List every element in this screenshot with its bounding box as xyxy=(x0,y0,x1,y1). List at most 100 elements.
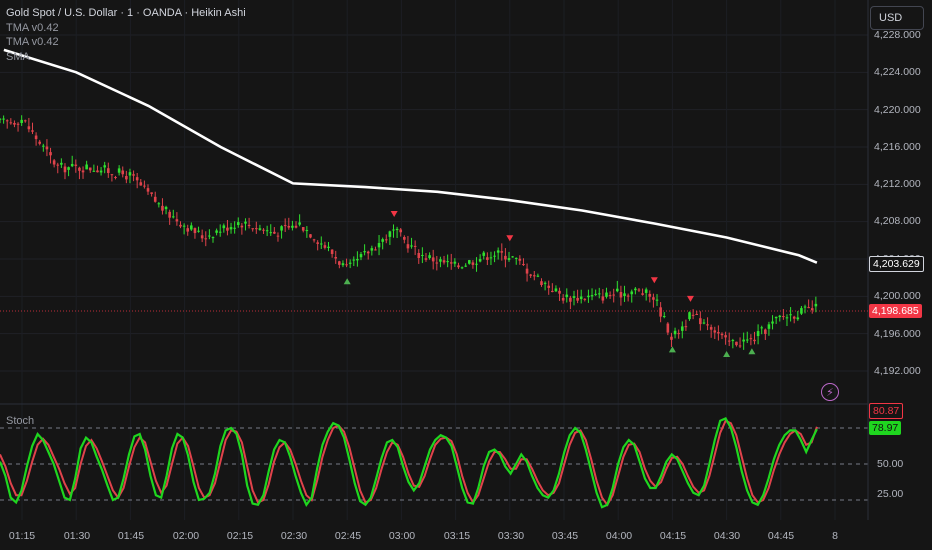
candle-body xyxy=(626,295,630,297)
sma-line[interactable] xyxy=(3,48,818,264)
candle-body xyxy=(760,327,764,329)
candle-body xyxy=(558,290,561,294)
candle-body xyxy=(587,295,590,298)
candle-body xyxy=(81,170,85,173)
candle-body xyxy=(20,119,23,123)
time-tick: 8 xyxy=(832,530,838,542)
time-tick: 02:45 xyxy=(334,530,362,542)
candle-body xyxy=(417,252,421,258)
candle-body xyxy=(468,260,471,264)
currency-button[interactable]: USD xyxy=(870,6,924,30)
indicator-tma-1[interactable]: TMA v0.42 xyxy=(6,21,246,36)
candle-body xyxy=(179,224,182,227)
candle-body xyxy=(507,258,511,260)
candle-body xyxy=(720,333,724,336)
signal-markers xyxy=(343,211,756,357)
candle-body xyxy=(27,126,31,130)
candle-body xyxy=(670,336,673,340)
time-tick: 02:30 xyxy=(280,530,308,542)
candle-body xyxy=(504,255,507,260)
chart-canvas[interactable] xyxy=(0,0,932,550)
candle-body xyxy=(576,297,579,301)
stoch-tick: 50.00 xyxy=(877,458,904,470)
candle-body xyxy=(565,294,569,298)
time-tick: 02:00 xyxy=(172,530,200,542)
price-tick: 4,216.000 xyxy=(874,141,921,153)
indicator-tma-2[interactable]: TMA v0.42 xyxy=(6,35,246,50)
stoch-k-line[interactable] xyxy=(0,416,818,509)
candle-body xyxy=(309,234,312,238)
candle-body xyxy=(117,168,121,173)
candle-body xyxy=(13,122,16,125)
candle-body xyxy=(439,259,442,262)
stoch-d-badge: 80.87 xyxy=(869,403,904,419)
candle-body xyxy=(67,167,70,170)
candle-body xyxy=(366,251,370,254)
chart-legend: Gold Spot / U.S. Dollar · 1 · OANDA · He… xyxy=(6,6,246,64)
candle-body xyxy=(431,257,435,262)
indicator-sma[interactable]: SMA xyxy=(6,50,246,65)
symbol-title[interactable]: Gold Spot / U.S. Dollar · 1 · OANDA · He… xyxy=(6,6,246,21)
candle-body xyxy=(258,228,262,230)
candle-body xyxy=(583,298,587,300)
candle-body xyxy=(161,205,164,211)
candle-body xyxy=(424,258,428,260)
candle-body xyxy=(327,246,330,248)
candle-body xyxy=(789,314,792,316)
candle-body xyxy=(807,307,810,309)
time-tick: 02:15 xyxy=(226,530,254,542)
candle-body xyxy=(132,174,135,176)
stoch-pane-label[interactable]: Stoch xyxy=(6,415,34,427)
candle-body xyxy=(706,324,709,326)
candle-body xyxy=(301,227,305,231)
candle-body xyxy=(157,203,161,205)
candle-body xyxy=(540,281,543,285)
candle-body xyxy=(99,170,103,173)
candle-body xyxy=(146,188,150,192)
sma-value-badge: 4,203.629 xyxy=(869,256,924,272)
candle-body xyxy=(482,252,486,256)
candle-body xyxy=(175,219,179,222)
candle-body xyxy=(745,339,749,341)
candle-body xyxy=(103,165,106,168)
stoch-k-badge: 78.97 xyxy=(869,421,902,435)
candle-body xyxy=(110,174,114,176)
candle-body xyxy=(673,330,677,335)
candle-body xyxy=(691,314,695,316)
candle-body xyxy=(677,333,680,335)
buy-signal-marker xyxy=(343,278,351,285)
time-tick: 03:45 xyxy=(551,530,579,542)
candle-body xyxy=(139,182,143,186)
candle-body xyxy=(803,306,807,308)
time-tick: 04:30 xyxy=(713,530,741,542)
candle-body xyxy=(597,293,601,295)
candle-body xyxy=(525,268,529,274)
candle-body xyxy=(460,267,464,269)
candle-body xyxy=(616,288,619,292)
candle-body xyxy=(2,118,5,120)
candle-body xyxy=(662,316,666,318)
candle-body xyxy=(569,297,572,302)
candle-body xyxy=(16,123,20,125)
buy-signal-marker xyxy=(668,346,676,353)
candle-body xyxy=(547,285,551,288)
candle-body xyxy=(374,249,377,251)
candle-body xyxy=(590,295,594,297)
candle-body xyxy=(218,231,222,233)
lightning-icon[interactable]: ⚡ xyxy=(821,383,839,401)
price-tick: 4,192.000 xyxy=(874,365,921,377)
candle-body xyxy=(449,262,453,264)
candle-body xyxy=(23,120,27,122)
time-tick: 01:15 xyxy=(8,530,36,542)
candle-body xyxy=(605,292,608,297)
candle-body xyxy=(529,274,532,276)
candle-body xyxy=(236,222,240,225)
candle-body xyxy=(215,230,218,233)
candle-body xyxy=(283,225,287,227)
candle-body xyxy=(381,239,384,242)
candle-body xyxy=(641,293,644,295)
candle-body xyxy=(193,228,197,234)
candle-body xyxy=(143,185,146,187)
candle-body xyxy=(186,228,190,232)
candle-body xyxy=(684,326,688,328)
